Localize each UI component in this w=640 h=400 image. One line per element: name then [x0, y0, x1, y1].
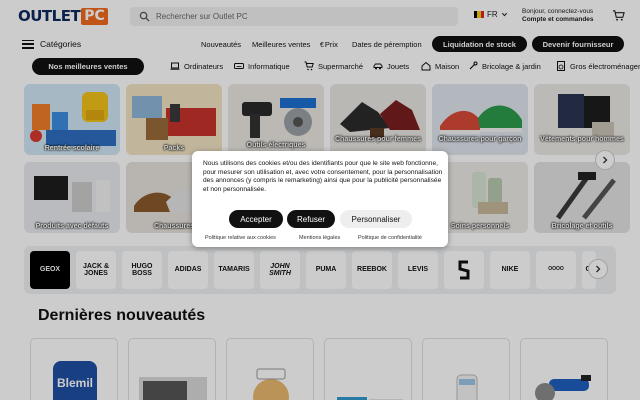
link-privacy-policy[interactable]: Politique de confidentialité: [358, 235, 422, 241]
cookie-text: Nous utilisons des cookies et/ou des ide…: [203, 160, 443, 194]
link-cookie-policy[interactable]: Politique relative aux cookies: [205, 235, 276, 241]
refuse-button[interactable]: Refuser: [287, 210, 335, 228]
personalize-button[interactable]: Personnaliser: [340, 210, 412, 228]
accept-button[interactable]: Accepter: [229, 210, 283, 228]
link-legal-notice[interactable]: Mentions légales: [299, 235, 340, 241]
cookie-consent-dialog: Nous utilisons des cookies et/ou des ide…: [192, 151, 448, 247]
page: OUTLET PC FR Bonjour, connectez-vous Com…: [0, 0, 640, 400]
